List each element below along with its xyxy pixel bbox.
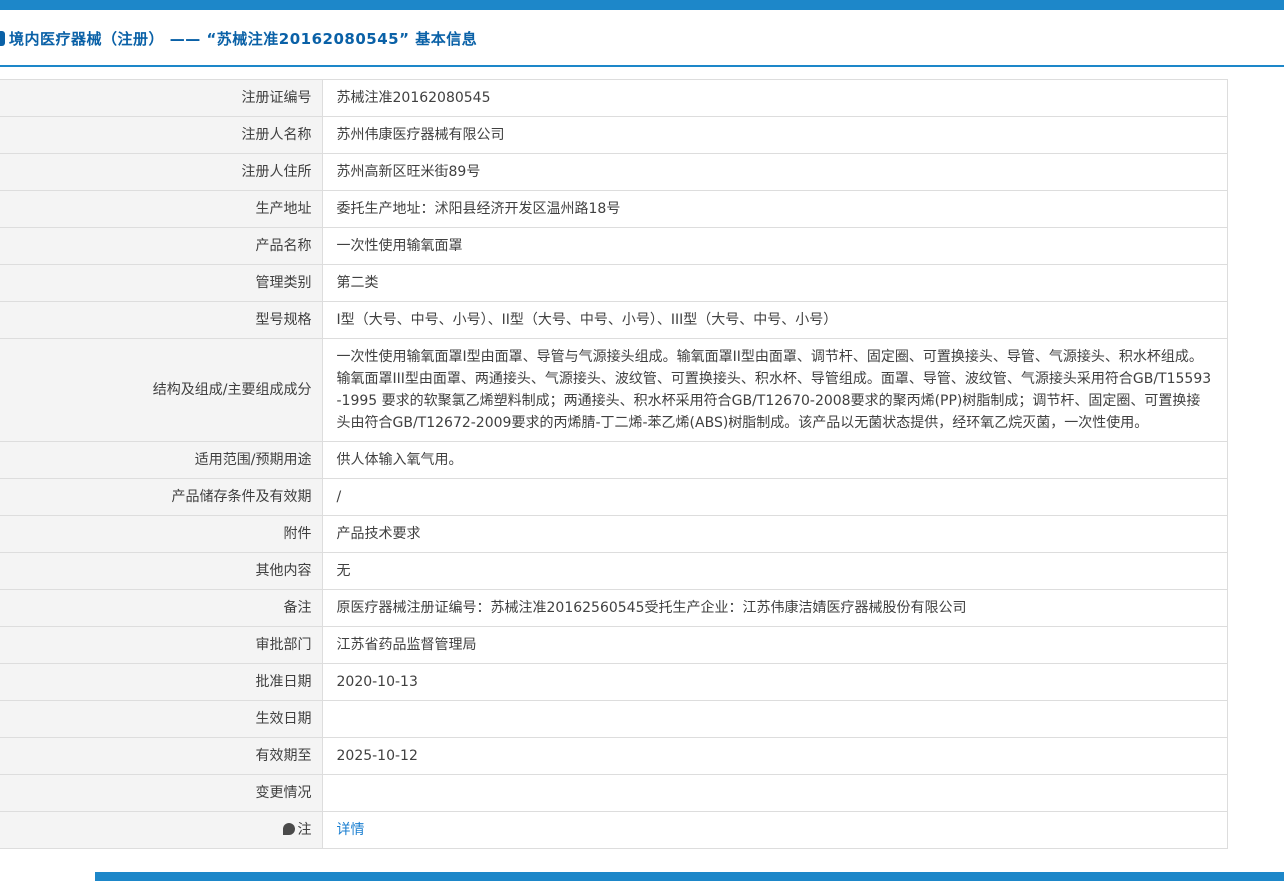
row-value: 详情 <box>322 812 1228 849</box>
page-title: 境内医疗器械（注册） —— “苏械注准20162080545” 基本信息 <box>9 28 477 49</box>
row-label: 有效期至 <box>0 738 322 775</box>
row-label: 结构及组成/主要组成成分 <box>0 339 322 442</box>
row-value: 无 <box>322 553 1228 590</box>
row-label: 注册证编号 <box>0 80 322 117</box>
table-row: 变更情况 <box>0 775 1228 812</box>
row-label: 注册人住所 <box>0 154 322 191</box>
table-row: 生产地址委托生产地址：沭阳县经济开发区温州路18号 <box>0 191 1228 228</box>
table-row: 生效日期 <box>0 701 1228 738</box>
row-value: / <box>322 479 1228 516</box>
row-label: 适用范围/预期用途 <box>0 442 322 479</box>
row-label: 型号规格 <box>0 302 322 339</box>
row-value: 一次性使用输氧面罩I型由面罩、导管与气源接头组成。输氧面罩II型由面罩、调节杆、… <box>322 339 1228 442</box>
table-row: 产品名称一次性使用输氧面罩 <box>0 228 1228 265</box>
detail-link[interactable]: 详情 <box>337 822 365 838</box>
table-row: 注详情 <box>0 812 1228 849</box>
row-value: 委托生产地址：沭阳县经济开发区温州路18号 <box>322 191 1228 228</box>
registration-info-section: 注册证编号苏械注准20162080545注册人名称苏州伟康医疗器械有限公司注册人… <box>0 79 1284 849</box>
row-value: 2020-10-13 <box>322 664 1228 701</box>
table-row: 备注原医疗器械注册证编号：苏械注准20162560545受托生产企业：江苏伟康洁… <box>0 590 1228 627</box>
top-accent-bar <box>0 0 1284 10</box>
row-value: 产品技术要求 <box>322 516 1228 553</box>
row-value: 一次性使用输氧面罩 <box>322 228 1228 265</box>
row-label: 生产地址 <box>0 191 322 228</box>
row-label: 注册人名称 <box>0 117 322 154</box>
table-row: 结构及组成/主要组成成分一次性使用输氧面罩I型由面罩、导管与气源接头组成。输氧面… <box>0 339 1228 442</box>
table-row: 审批部门江苏省药品监督管理局 <box>0 627 1228 664</box>
table-row: 注册证编号苏械注准20162080545 <box>0 80 1228 117</box>
table-row: 附件产品技术要求 <box>0 516 1228 553</box>
table-row: 批准日期2020-10-13 <box>0 664 1228 701</box>
note-icon <box>283 823 295 835</box>
row-value: 苏械注准20162080545 <box>322 80 1228 117</box>
row-label: 生效日期 <box>0 701 322 738</box>
table-row: 其他内容无 <box>0 553 1228 590</box>
row-label: 变更情况 <box>0 775 322 812</box>
row-value: 江苏省药品监督管理局 <box>322 627 1228 664</box>
list-icon <box>0 31 5 46</box>
row-label: 产品储存条件及有效期 <box>0 479 322 516</box>
table-row: 产品储存条件及有效期/ <box>0 479 1228 516</box>
row-label: 管理类别 <box>0 265 322 302</box>
table-row: 型号规格I型（大号、中号、小号）、II型（大号、中号、小号）、III型（大号、中… <box>0 302 1228 339</box>
table-row: 注册人名称苏州伟康医疗器械有限公司 <box>0 117 1228 154</box>
table-row: 管理类别第二类 <box>0 265 1228 302</box>
table-row: 适用范围/预期用途供人体输入氧气用。 <box>0 442 1228 479</box>
row-value: 2025-10-12 <box>322 738 1228 775</box>
row-label: 其他内容 <box>0 553 322 590</box>
bottom-accent-bar <box>95 872 1284 881</box>
row-label: 审批部门 <box>0 627 322 664</box>
row-label: 附件 <box>0 516 322 553</box>
row-value <box>322 775 1228 812</box>
row-label: 产品名称 <box>0 228 322 265</box>
row-label: 批准日期 <box>0 664 322 701</box>
row-value: 苏州高新区旺米街89号 <box>322 154 1228 191</box>
row-value: 供人体输入氧气用。 <box>322 442 1228 479</box>
row-value: I型（大号、中号、小号）、II型（大号、中号、小号）、III型（大号、中号、小号… <box>322 302 1228 339</box>
table-row: 有效期至2025-10-12 <box>0 738 1228 775</box>
row-value: 第二类 <box>322 265 1228 302</box>
table-row: 注册人住所苏州高新区旺米街89号 <box>0 154 1228 191</box>
row-value: 苏州伟康医疗器械有限公司 <box>322 117 1228 154</box>
page-header: 境内医疗器械（注册） —— “苏械注准20162080545” 基本信息 <box>0 10 1284 67</box>
row-value <box>322 701 1228 738</box>
row-label: 备注 <box>0 590 322 627</box>
info-table-body: 注册证编号苏械注准20162080545注册人名称苏州伟康医疗器械有限公司注册人… <box>0 80 1228 849</box>
row-value: 原医疗器械注册证编号：苏械注准20162560545受托生产企业：江苏伟康洁婧医… <box>322 590 1228 627</box>
row-label: 注 <box>0 812 322 849</box>
registration-info-table: 注册证编号苏械注准20162080545注册人名称苏州伟康医疗器械有限公司注册人… <box>0 79 1228 849</box>
